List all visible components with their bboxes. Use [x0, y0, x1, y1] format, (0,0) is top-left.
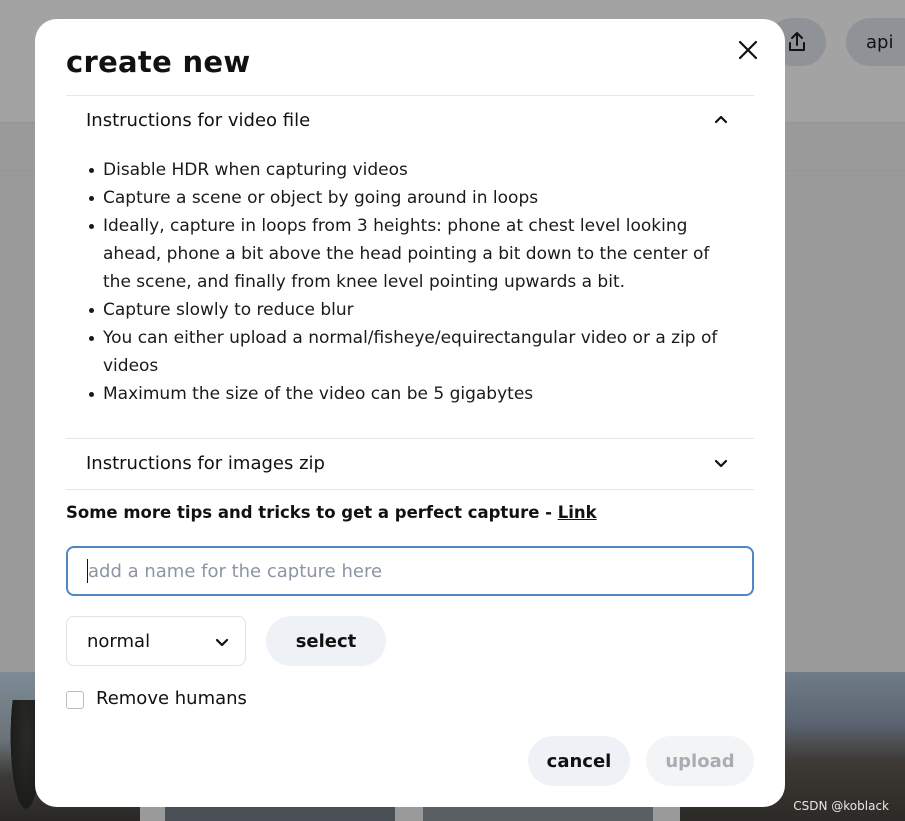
accordion-video-instructions[interactable]: Instructions for video file	[66, 96, 754, 144]
chevron-down-icon	[215, 638, 229, 647]
remove-humans-checkbox[interactable]	[66, 691, 84, 709]
cancel-button[interactable]: cancel	[528, 736, 630, 786]
close-icon	[738, 40, 758, 60]
tips-link[interactable]: Link	[558, 503, 597, 522]
list-item: Capture slowly to reduce blur	[89, 296, 723, 324]
list-item: Maximum the size of the video can be 5 g…	[89, 380, 723, 408]
accordion-images-instructions[interactable]: Instructions for images zip	[66, 439, 754, 487]
video-instructions-list: Disable HDR when capturing videos Captur…	[89, 156, 723, 408]
select-value: normal	[87, 630, 151, 652]
dialog-title: create new	[66, 45, 251, 79]
close-button[interactable]	[735, 37, 761, 63]
upload-button[interactable]: upload	[646, 736, 754, 786]
remove-humans-label: Remove humans	[96, 688, 247, 709]
tips-label: Some more tips and tricks to get a perfe…	[66, 503, 558, 522]
accordion-title: Instructions for images zip	[86, 452, 325, 474]
list-item: You can either upload a normal/fisheye/e…	[89, 324, 723, 380]
text-cursor	[87, 559, 88, 583]
chevron-down-icon	[714, 459, 728, 468]
capture-name-input[interactable]	[66, 546, 754, 596]
watermark: CSDN @koblack	[793, 799, 889, 813]
select-file-button[interactable]: select	[266, 616, 386, 666]
accordion-title: Instructions for video file	[86, 109, 311, 131]
upload-icon	[789, 32, 805, 51]
camera-type-select[interactable]: normal	[66, 616, 246, 666]
api-label: api	[866, 31, 894, 53]
create-new-dialog: create new Instructions for video file D…	[35, 19, 785, 807]
divider	[66, 489, 754, 490]
list-item: Disable HDR when capturing videos	[89, 156, 723, 184]
list-item: Capture a scene or object by going aroun…	[89, 184, 723, 212]
api-button[interactable]: api	[846, 18, 905, 66]
chevron-up-icon	[714, 115, 728, 124]
tips-text: Some more tips and tricks to get a perfe…	[66, 503, 597, 522]
list-item: Ideally, capture in loops from 3 heights…	[89, 212, 723, 296]
